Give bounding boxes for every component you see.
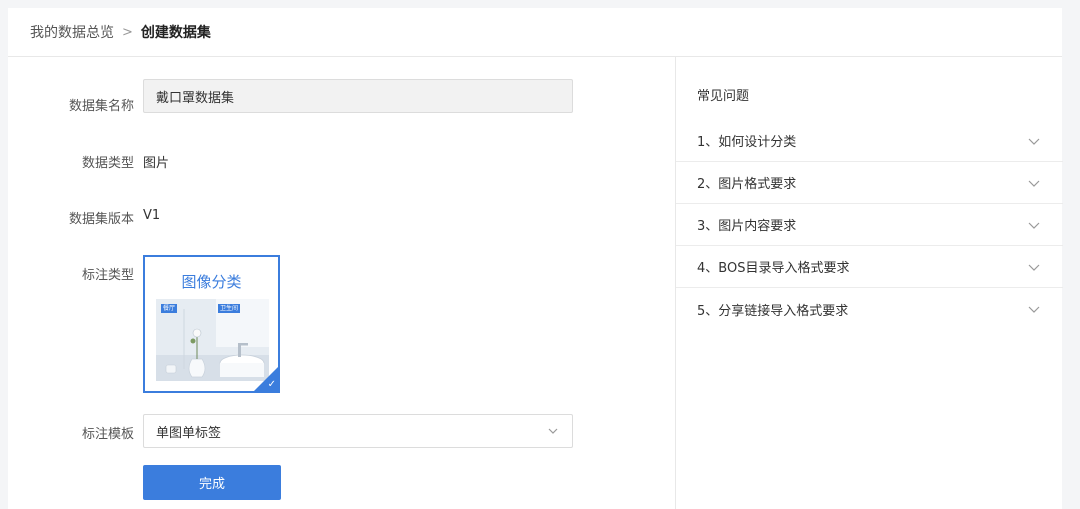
chevron-down-icon: [1028, 222, 1040, 229]
faq-item-image-format[interactable]: 2、图片格式要求: [676, 162, 1063, 204]
chevron-down-icon: [1028, 180, 1040, 187]
annotation-template-label: 标注模板: [81, 427, 134, 442]
dataset-name-label: 数据集名称: [68, 99, 134, 114]
chevron-down-icon: [548, 428, 558, 434]
chevron-down-icon: [1028, 138, 1040, 145]
dataset-version-value: V1: [143, 208, 161, 223]
breadcrumb: 我的数据总览 > 创建数据集: [8, 8, 1062, 57]
breadcrumb-current: 创建数据集: [140, 25, 211, 41]
faq-title: 常见问题: [697, 89, 750, 104]
faq-list: 1、如何设计分类 2、图片格式要求 3、图片内容要求 4、BOS目录导入格式要求…: [676, 120, 1063, 330]
main-card: 我的数据总览 > 创建数据集 数据集名称 戴口罩数据集 数据类型 图片 数据集版…: [8, 8, 1063, 509]
breadcrumb-separator: >: [122, 24, 133, 40]
data-type-label: 数据类型: [81, 156, 134, 171]
annotation-template-value: 单图单标签: [156, 425, 222, 441]
breadcrumb-parent-link[interactable]: 我的数据总览: [30, 22, 114, 42]
chevron-down-icon: [1028, 264, 1040, 271]
faq-item-label: 2、图片格式要求: [697, 177, 797, 192]
dataset-version-label: 数据集版本: [68, 212, 134, 227]
faq-item-label: 1、如何设计分类: [697, 135, 797, 150]
faq-item-design-categories[interactable]: 1、如何设计分类: [676, 120, 1063, 162]
finish-button[interactable]: 完成: [143, 465, 281, 500]
sample-tag-restaurant: 餐厅: [161, 304, 178, 313]
faq-item-image-content[interactable]: 3、图片内容要求: [676, 204, 1063, 246]
chevron-down-icon: [1028, 306, 1040, 313]
dataset-name-input[interactable]: 戴口罩数据集: [143, 79, 573, 113]
faq-item-label: 4、BOS目录导入格式要求: [697, 261, 850, 276]
annotation-type-label: 标注类型: [81, 268, 134, 283]
faq-item-label: 3、图片内容要求: [697, 219, 797, 234]
data-type-value: 图片: [143, 156, 170, 171]
annotation-type-card-image-classification[interactable]: 图像分类 餐厅 卫生间 ✓: [143, 255, 280, 393]
annotation-type-card-title: 图像分类: [181, 273, 242, 291]
check-icon: ✓: [267, 379, 276, 390]
faq-item-label: 5、分享链接导入格式要求: [697, 303, 849, 319]
annotation-template-select[interactable]: 单图单标签: [143, 414, 573, 448]
create-dataset-form: 数据集名称 戴口罩数据集 数据类型 图片 数据集版本 V1 标注类型 图像分类: [8, 57, 675, 509]
faq-panel: 常见问题 1、如何设计分类 2、图片格式要求 3、图片内容要求 4、BOS目录导…: [675, 57, 1063, 509]
sample-tag-bathroom: 卫生间: [218, 304, 241, 313]
faq-item-share-link-import[interactable]: 5、分享链接导入格式要求: [676, 288, 1063, 330]
faq-item-bos-import[interactable]: 4、BOS目录导入格式要求: [676, 246, 1063, 288]
bathroom-sample-image: 餐厅 卫生间: [156, 299, 269, 381]
